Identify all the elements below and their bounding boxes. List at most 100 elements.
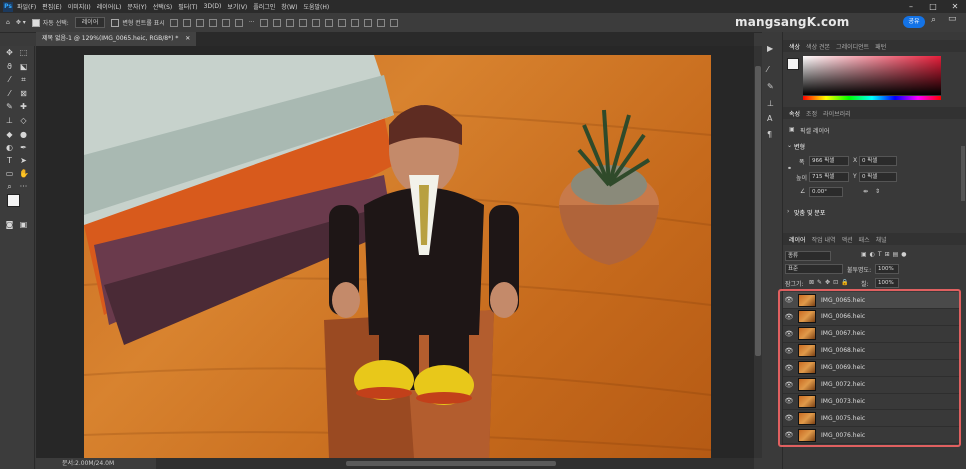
- auto-select-checkbox[interactable]: [31, 18, 40, 27]
- tab-history[interactable]: 작업 내역: [812, 235, 836, 244]
- width-field[interactable]: 966 픽셀: [809, 156, 849, 166]
- distribute-4-icon[interactable]: [298, 18, 307, 27]
- brushes-icon[interactable]: ✎: [767, 82, 774, 91]
- layer-filter-dropdown[interactable]: 종류: [785, 251, 831, 261]
- history-icon[interactable]: ▶: [767, 44, 773, 53]
- healing-brush-icon[interactable]: ✚: [19, 103, 28, 111]
- menu-window[interactable]: 창(W): [281, 2, 297, 11]
- brush-settings-icon[interactable]: ⁄: [767, 65, 768, 74]
- properties-scrollbar[interactable]: [961, 146, 965, 201]
- align-middle-icon[interactable]: [221, 18, 230, 27]
- hand-tool-icon[interactable]: ✋: [19, 170, 29, 178]
- x-field[interactable]: 0 픽셀: [859, 156, 897, 166]
- more-tools-icon[interactable]: ···: [19, 183, 28, 191]
- pen-tool-icon[interactable]: ✒: [19, 144, 28, 152]
- align-left-icon[interactable]: [169, 18, 178, 27]
- y-field[interactable]: 0 픽셀: [859, 172, 897, 182]
- close-icon[interactable]: ✕: [944, 0, 966, 13]
- horizontal-scroll-thumb[interactable]: [346, 461, 556, 466]
- tab-gradients[interactable]: 그레이디언트: [836, 42, 869, 51]
- document-tab[interactable]: 제목 없음-1 @ 129%(IMG_0065.heic, RGB/8*) * …: [36, 32, 197, 46]
- tab-patterns[interactable]: 패턴: [875, 42, 886, 51]
- color-fg-swatch[interactable]: [787, 58, 799, 70]
- opacity-field[interactable]: 100%: [875, 264, 899, 274]
- 3d-slide-icon[interactable]: [389, 18, 398, 27]
- lasso-tool-icon[interactable]: ϑ: [5, 63, 14, 71]
- clone-source-icon[interactable]: ⊥: [767, 99, 774, 108]
- share-button[interactable]: 공유: [903, 16, 925, 28]
- zoom-tool-icon[interactable]: ⌕: [5, 183, 14, 191]
- auto-select-dropdown[interactable]: 레이어: [74, 17, 106, 28]
- path-select-icon[interactable]: ➤: [19, 157, 28, 165]
- 3d-orbit-icon[interactable]: [350, 18, 359, 27]
- menu-help[interactable]: 도움말(H): [303, 2, 329, 11]
- stamp-tool-icon[interactable]: ⊥: [5, 117, 14, 125]
- paint-bucket-icon[interactable]: ◆: [5, 131, 14, 139]
- align-collapse-icon[interactable]: ›: [787, 208, 789, 215]
- menu-view[interactable]: 보기(V): [227, 2, 247, 11]
- tab-paths[interactable]: 패스: [859, 235, 870, 244]
- tab-channels[interactable]: 채널: [876, 235, 887, 244]
- more-options-icon[interactable]: ···: [249, 19, 255, 26]
- menu-select[interactable]: 선택(S): [153, 2, 173, 11]
- character-icon[interactable]: A: [767, 114, 772, 123]
- align-center-icon[interactable]: [182, 18, 191, 27]
- move-tool-icon[interactable]: ✥ ▾: [16, 19, 26, 26]
- distribute-3-icon[interactable]: [285, 18, 294, 27]
- link-proportions-icon[interactable]: ⚭: [787, 165, 792, 172]
- lock-icons[interactable]: ⊠✎✥⊡🔒: [809, 279, 852, 286]
- align-right-icon[interactable]: [195, 18, 204, 27]
- crop-tool-icon[interactable]: ⌗: [19, 76, 28, 84]
- tab-libraries[interactable]: 라이브러리: [823, 109, 851, 118]
- menu-filter[interactable]: 필터(T): [178, 2, 197, 11]
- height-field[interactable]: 715 픽셀: [809, 172, 849, 182]
- minimize-icon[interactable]: –: [900, 0, 922, 13]
- distribute-6-icon[interactable]: [324, 18, 333, 27]
- document-image[interactable]: [84, 55, 711, 458]
- tab-swatches[interactable]: 색상 견본: [806, 42, 830, 51]
- transform-controls-checkbox[interactable]: [111, 18, 120, 27]
- menu-type[interactable]: 문자(Y): [127, 2, 146, 11]
- hue-slider[interactable]: [803, 96, 941, 100]
- distribute-1-icon[interactable]: [259, 18, 268, 27]
- shape-tool-icon[interactable]: ▭: [5, 170, 14, 178]
- angle-field[interactable]: 0.00°: [809, 187, 843, 197]
- search-icon[interactable]: ⌕: [931, 15, 936, 25]
- foreground-color-swatch[interactable]: [7, 194, 20, 207]
- tab-close-icon[interactable]: ✕: [185, 35, 190, 42]
- menu-image[interactable]: 이미지(I): [68, 2, 91, 11]
- quick-mask-icon[interactable]: ◙: [5, 221, 14, 229]
- vertical-scroll-thumb[interactable]: [755, 66, 761, 356]
- marquee-tool-icon[interactable]: ⬚: [19, 49, 28, 57]
- workspace-icon[interactable]: ▭: [948, 14, 957, 24]
- 3d-pan-icon[interactable]: [376, 18, 385, 27]
- tab-properties[interactable]: 속성: [789, 109, 800, 118]
- blend-mode-dropdown[interactable]: 표준: [785, 264, 843, 274]
- 3d-mode-icon[interactable]: [337, 18, 346, 27]
- transform-collapse-icon[interactable]: ⌄: [787, 142, 792, 149]
- tab-color[interactable]: 색상: [789, 42, 800, 51]
- flip-horizontal-icon[interactable]: ⇹: [863, 188, 868, 195]
- align-bottom-icon[interactable]: [234, 18, 243, 27]
- color-picker-field[interactable]: [803, 56, 941, 95]
- tab-layers[interactable]: 레이어: [789, 235, 806, 244]
- type-tool-icon[interactable]: T: [5, 157, 14, 165]
- menu-plugins[interactable]: 플러그인: [253, 2, 275, 11]
- menu-edit[interactable]: 편집(E): [42, 2, 62, 11]
- distribute-5-icon[interactable]: [311, 18, 320, 27]
- brush-tool-icon[interactable]: ✎: [5, 103, 14, 111]
- layer-filter-icons[interactable]: ▣◐T⊞▤●: [861, 251, 910, 258]
- eyedropper-icon[interactable]: ⁄: [5, 90, 14, 98]
- fill-field[interactable]: 100%: [875, 278, 899, 288]
- screen-mode-icon[interactable]: ▣: [19, 221, 28, 229]
- align-top-icon[interactable]: [208, 18, 217, 27]
- move-tool-icon[interactable]: ✥: [5, 49, 14, 57]
- menu-file[interactable]: 파일(F): [17, 2, 36, 11]
- object-select-icon[interactable]: ⬕: [19, 63, 28, 71]
- home-icon[interactable]: ⌂: [6, 19, 10, 26]
- magic-wand-icon[interactable]: ⁄: [5, 76, 14, 84]
- distribute-2-icon[interactable]: [272, 18, 281, 27]
- menu-3d[interactable]: 3D(D): [204, 3, 222, 10]
- blur-tool-icon[interactable]: ●: [19, 131, 28, 139]
- flip-vertical-icon[interactable]: ⇕: [875, 188, 880, 195]
